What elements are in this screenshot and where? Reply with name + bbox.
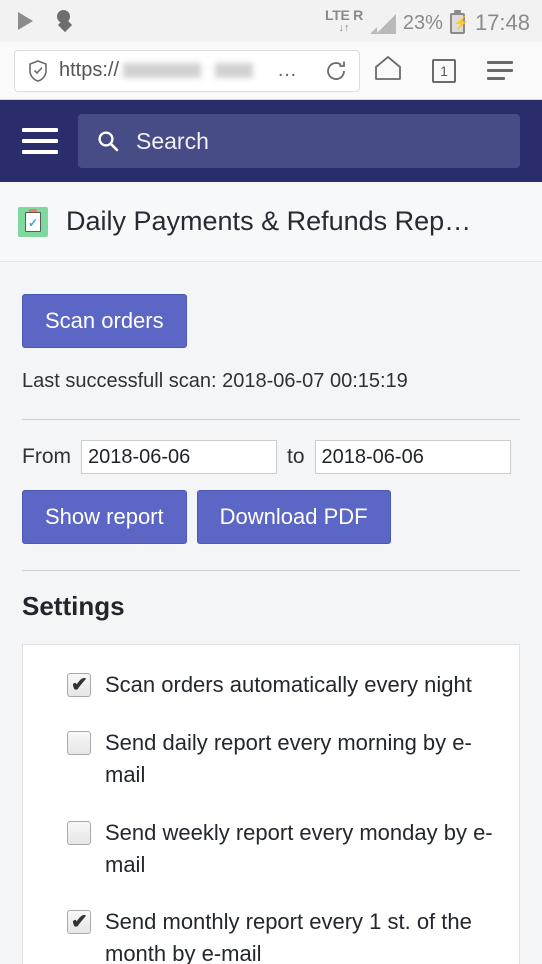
app-header: Search xyxy=(0,100,542,182)
battery-charging-icon: ⚡ xyxy=(449,10,469,34)
tab-count-badge: 1 xyxy=(432,58,456,83)
page-content: Scan orders Last successfull scan: 2018-… xyxy=(0,262,542,964)
browser-menu-icon xyxy=(487,61,513,80)
settings-card: Scan orders automatically every night Se… xyxy=(22,644,520,964)
checkbox-monthly-email[interactable] xyxy=(67,908,91,937)
scan-orders-button[interactable]: Scan orders xyxy=(22,294,187,348)
setting-row-scan-nightly[interactable]: Scan orders automatically every night xyxy=(41,669,501,701)
page-title: Daily Payments & Refunds Rep… xyxy=(66,206,472,236)
to-label: to xyxy=(287,445,305,468)
search-placeholder: Search xyxy=(136,127,209,154)
checkbox-scan-nightly[interactable] xyxy=(67,671,91,700)
network-type-indicator: LTE R ↓↑ xyxy=(325,7,363,34)
date-range-row: From to xyxy=(22,440,520,474)
download-pdf-button[interactable]: Download PDF xyxy=(196,490,391,544)
setting-row-monthly-email[interactable]: Send monthly report every 1 st. of the m… xyxy=(41,906,501,964)
browser-menu-button[interactable] xyxy=(472,48,528,94)
setting-label: Scan orders automatically every night xyxy=(105,672,472,697)
url-bar[interactable]: https:// … xyxy=(14,49,360,92)
last-scan-status: Last successfull scan: 2018-06-07 00:15:… xyxy=(22,370,408,392)
checkbox-weekly-email[interactable] xyxy=(67,820,91,845)
status-bar-right-icons: LTE R ↓↑ 23% ⚡ 17:48 xyxy=(325,8,530,34)
play-icon xyxy=(18,12,33,30)
location-pin-icon xyxy=(55,9,73,33)
from-label: From xyxy=(22,445,71,468)
section-divider-1 xyxy=(22,419,520,420)
url-host-redacted xyxy=(123,63,274,78)
search-input[interactable]: Search xyxy=(78,114,520,168)
scan-section: Scan orders Last successfull scan: 2018-… xyxy=(22,262,520,393)
clipboard-check-icon: ✓ xyxy=(18,206,48,237)
shield-check-icon xyxy=(27,59,49,83)
setting-row-daily-email[interactable]: Send daily report every morning by e-mai… xyxy=(41,727,501,791)
page-title-bar: ✓ Daily Payments & Refunds Rep… xyxy=(0,182,542,262)
home-icon xyxy=(373,55,403,86)
battery-percent: 23% xyxy=(402,12,443,34)
browser-toolbar: https:// … 1 xyxy=(0,42,542,100)
search-icon xyxy=(96,129,120,153)
data-transfer-arrows-icon: ↓↑ xyxy=(338,22,350,34)
setting-row-weekly-email[interactable]: Send weekly report every monday by e-mai… xyxy=(41,817,501,881)
status-bar-left-icons xyxy=(18,9,73,33)
tab-switcher-button[interactable]: 1 xyxy=(416,48,472,94)
setting-label: Send daily report every morning by e-mai… xyxy=(105,729,472,787)
settings-heading: Settings xyxy=(22,591,125,621)
url-truncation-ellipsis: … xyxy=(277,59,298,81)
show-report-button[interactable]: Show report xyxy=(22,490,187,544)
reload-icon[interactable] xyxy=(323,58,349,84)
status-bar-clock: 17:48 xyxy=(474,10,530,35)
android-status-bar: LTE R ↓↑ 23% ⚡ 17:48 xyxy=(0,0,542,42)
date-to-input[interactable] xyxy=(314,440,511,474)
checkbox-daily-email[interactable] xyxy=(67,730,91,755)
setting-label: Send monthly report every 1 st. of the m… xyxy=(105,909,472,964)
section-divider-2 xyxy=(22,570,520,571)
hamburger-menu-icon[interactable] xyxy=(22,128,58,154)
url-scheme: https:// xyxy=(59,59,120,81)
report-buttons-row: Show report Download PDF xyxy=(22,490,520,544)
url-text: https:// … xyxy=(59,59,297,82)
setting-label: Send weekly report every monday by e-mai… xyxy=(105,819,493,877)
signal-bars-icon xyxy=(369,12,396,34)
date-from-input[interactable] xyxy=(81,440,277,474)
home-button[interactable] xyxy=(360,48,416,94)
